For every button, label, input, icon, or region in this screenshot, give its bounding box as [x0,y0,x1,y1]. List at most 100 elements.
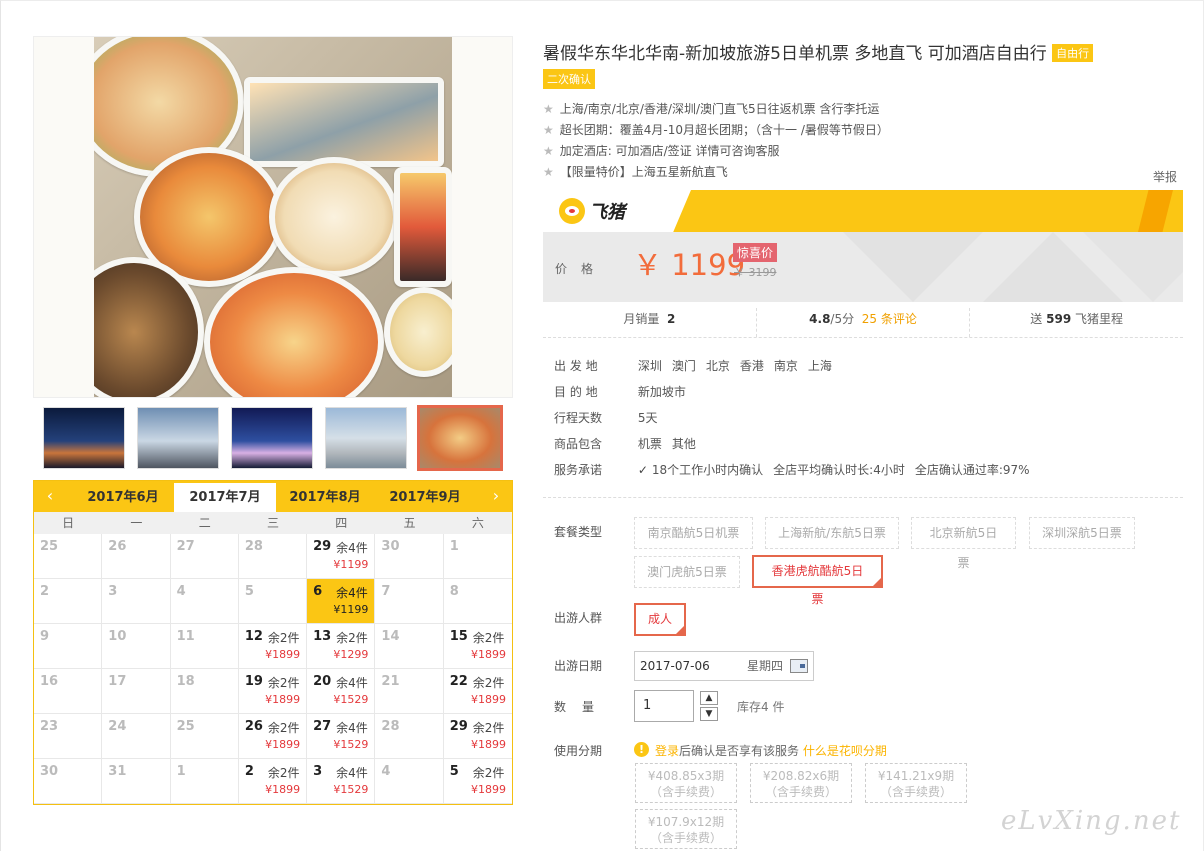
day-stock: 余2件 [336,631,368,645]
day-price: ¥1899 [265,738,301,751]
monthly-sales: 月销量 2 [543,308,757,337]
package-label: 套餐类型 [554,525,603,539]
day-number: 22 [449,674,468,689]
calendar-day: 11 [170,624,239,669]
calendar-day[interactable]: 3 余4件 ¥1529 [307,759,376,804]
calendar-day[interactable]: 29 余4件 ¥1199 [307,534,376,579]
date-picker[interactable]: 2017-07-06 星期四 [634,651,814,681]
section-divider [543,497,1183,498]
reviews-link[interactable]: 25 条评论 [862,312,917,326]
package-option-selected[interactable]: 香港虎航酷航5日票 [752,555,883,606]
thumbnail-2[interactable] [137,407,219,469]
departure-city: 北京 [705,359,730,373]
decrement-button[interactable]: ▼ [700,707,718,721]
calendar-day: 28 [238,534,308,579]
installment-option[interactable]: ¥408.85x3期 （含手续费） [635,763,737,803]
destination-value: 新加坡市 [637,385,686,399]
installment-amount: ¥408.85x3期 [647,769,725,783]
installment-help-link[interactable]: 什么是花呗分期 [803,744,887,758]
thumbnail-4[interactable] [325,407,407,469]
calendar-day: 21 [375,669,444,714]
calendar-day[interactable]: 22 余2件 ¥1899 [443,669,512,714]
calendar-icon[interactable] [790,659,808,673]
main-product-photo [33,36,513,398]
calendar-day[interactable]: 5 余2件 ¥1899 [443,759,512,804]
installment-fee: （含手续费） [879,785,952,799]
installment-note-text: 后确认是否享有该服务 [679,744,800,758]
package-option[interactable]: 上海新航/东航5日票 [765,517,899,549]
day-number: 12 [244,629,263,644]
info-row-departure: 出 发 地 深圳 澳门 北京 香港 南京 上海 [554,357,842,374]
increment-button[interactable]: ▲ [700,691,718,705]
thumbnail-1[interactable] [43,407,125,469]
package-option[interactable]: 南京酷航5日机票 [634,517,753,549]
calendar-day[interactable]: 2 余2件 ¥1899 [238,759,308,804]
service-item: 全店平均确认时长:4小时 [773,463,905,477]
day-price: ¥1529 [333,693,369,706]
day-stock: 余2件 [472,631,505,645]
calendar-day[interactable]: 26 余2件 ¥1899 [238,714,308,759]
chevron-right-icon[interactable]: › [486,486,506,505]
info-row-includes: 商品包含 机票 其他 [554,435,706,452]
star-icon: ★ [543,123,554,137]
login-link[interactable]: 登录 [655,744,679,758]
installment-fee: （含手续费） [649,785,722,799]
thumbnail-3[interactable] [231,407,313,469]
installment-option[interactable]: ¥141.21x9期 （含手续费） [865,763,967,803]
calendar-day-selected[interactable]: 6 余4件 ¥1199 [307,579,376,624]
food-photo [94,37,452,397]
day-number: 20 [313,674,332,689]
installment-option[interactable]: ¥208.82x6期 （含手续费） [750,763,852,803]
info-row-days: 行程天数 5天 [554,409,657,426]
day-number: 31 [108,764,127,779]
quantity-input[interactable]: 1 [634,690,694,722]
calendar-day: 14 [375,624,444,669]
group-option-selected[interactable]: 成人 [634,603,686,636]
day-number: 2 [40,584,50,599]
info-label: 服务承诺 [554,463,603,477]
calendar-month-tab[interactable]: 2017年8月 [274,483,376,512]
calendar-day: 30 [34,759,103,804]
calendar-month-tab[interactable]: 2017年9月 [374,483,476,512]
fliggy-pig-icon [559,198,585,224]
calendar-day[interactable]: 29 余2件 ¥1899 [443,714,512,759]
mileage: 送 599 飞猪里程 [970,308,1183,337]
calendar-day: 7 [375,579,444,624]
package-option[interactable]: 澳门虎航5日票 [634,556,740,588]
day-number: 26 [244,719,263,734]
info-label: 出 发 地 [554,359,598,373]
calendar-day[interactable]: 12 余2件 ¥1899 [238,624,308,669]
departure-city: 澳门 [671,359,696,373]
installment-option[interactable]: ¥107.9x12期 （含手续费） [635,809,737,849]
day-number: 13 [313,629,332,644]
calendar-day: 1 [170,759,239,804]
monthly-sales-label: 月销量 [623,312,660,326]
report-link[interactable]: 举报 [1153,168,1177,185]
package-option[interactable]: 北京新航5日票 [911,517,1016,570]
date-label: 出游日期 [554,659,603,673]
feature-item: ★ 上海/南京/北京/香港/深圳/澳门直飞5日往返机票 含行李托运 [543,100,879,117]
thumbnail-5[interactable] [417,405,503,471]
day-number: 16 [40,674,59,689]
chevron-left-icon[interactable]: ‹ [40,486,60,505]
calendar-day[interactable]: 27 余4件 ¥1529 [307,714,376,759]
calendar-day: 28 [375,714,444,759]
day-number: 2 [244,764,254,779]
calendar-month-tab[interactable]: 2017年6月 [72,483,174,512]
weekday-label: 六 [471,516,484,530]
day-number: 6 [313,584,323,599]
calendar-day[interactable]: 20 余4件 ¥1529 [307,669,376,714]
day-price: ¥1199 [333,558,369,571]
calendar-day[interactable]: 15 余2件 ¥1899 [443,624,512,669]
day-stock: 余2件 [267,631,300,645]
calendar-day[interactable]: 19 余2件 ¥1899 [238,669,308,714]
calendar-day[interactable]: 13 余2件 ¥1299 [307,624,376,669]
mileage-suffix: 飞猪里程 [1075,312,1124,326]
feature-item: ★ 【限量特价】上海五星新航直飞 [543,163,728,180]
day-number: 25 [176,719,195,734]
calendar-month-tab-active[interactable]: 2017年7月 [174,483,276,512]
fliggy-logo: 飞猪 [559,198,625,224]
package-option[interactable]: 深圳深航5日票 [1029,517,1135,549]
day-number: 1 [176,764,186,779]
star-icon: ★ [543,144,554,158]
